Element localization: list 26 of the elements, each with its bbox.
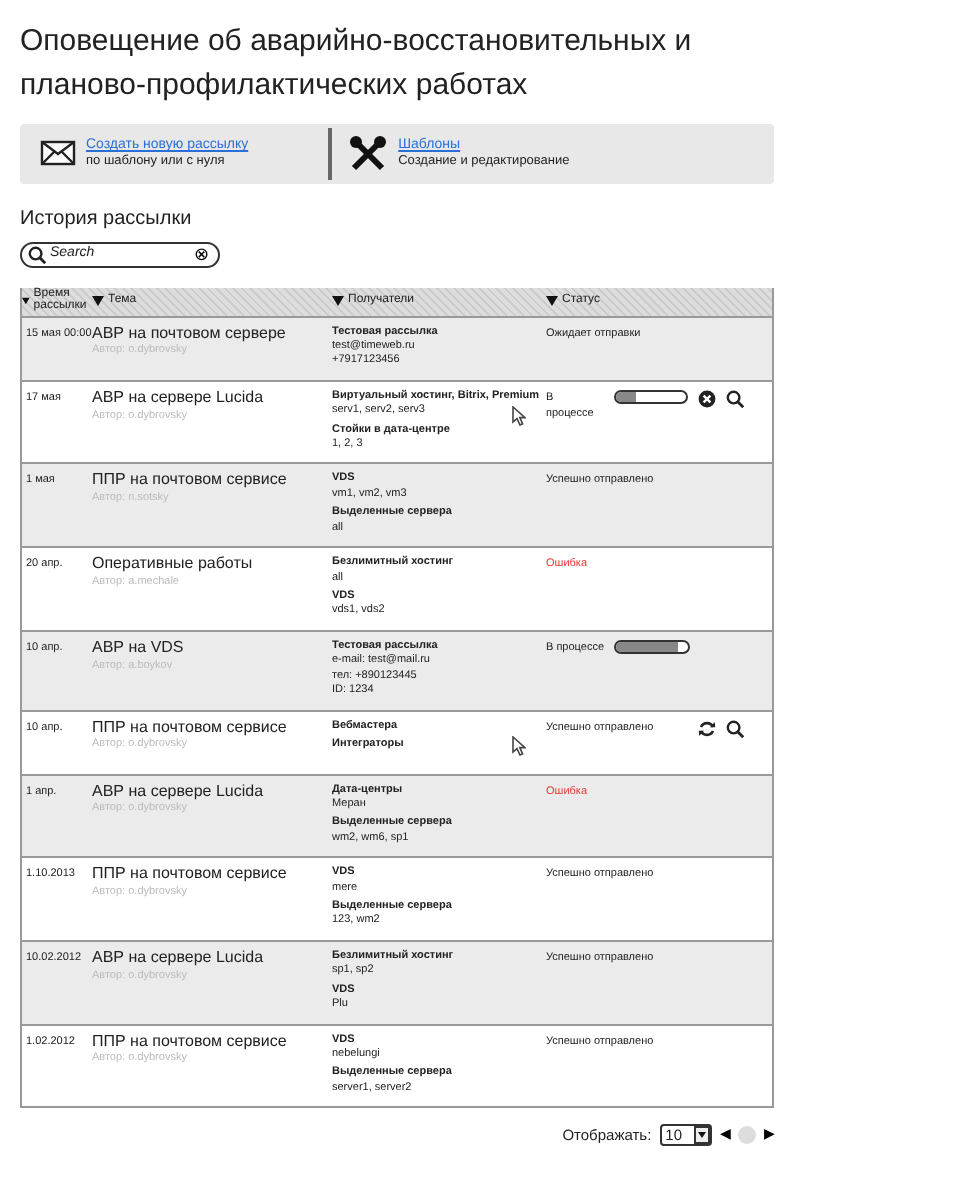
envelope-icon xyxy=(40,139,76,166)
page-title: Оповещение об аварийно-восстановительных и планово-профилактических работах xyxy=(20,22,694,106)
search-icon[interactable] xyxy=(726,389,744,408)
page-indicator xyxy=(738,1126,756,1145)
subject-text: ППР на почтовом сервисе xyxy=(92,1033,289,1051)
subject-text: ППР на почтовом сервисе xyxy=(92,719,289,737)
subject-text: ППР на почтовом сервисе xyxy=(92,472,289,491)
subject-text: ППР на почтовом сервисе xyxy=(92,866,289,884)
sort-icon[interactable] xyxy=(22,296,30,306)
subject-text: АВР на VDS xyxy=(92,639,186,658)
sort-icon[interactable] xyxy=(92,296,104,306)
sort-icon[interactable] xyxy=(546,296,558,306)
subject-text: АВР на сервере Lucida xyxy=(92,389,266,408)
subject-text: АВР на сервере Lucida xyxy=(92,949,266,968)
cancel-icon[interactable] xyxy=(698,389,716,408)
section-heading: История рассылки xyxy=(20,205,194,233)
caret-icon xyxy=(694,1126,710,1145)
subject-text: АВР на почтовом сервере xyxy=(92,325,288,343)
sort-icon[interactable] xyxy=(332,296,344,306)
tools-icon xyxy=(348,133,389,173)
clear-button[interactable]: ⊗ xyxy=(194,245,210,263)
search-icon[interactable] xyxy=(726,719,744,738)
search-icon[interactable] xyxy=(28,245,46,263)
refresh-icon[interactable] xyxy=(698,719,716,738)
subject-text: Оперативные работы xyxy=(92,556,255,574)
subject-text: АВР на сервере Lucida xyxy=(92,783,266,801)
